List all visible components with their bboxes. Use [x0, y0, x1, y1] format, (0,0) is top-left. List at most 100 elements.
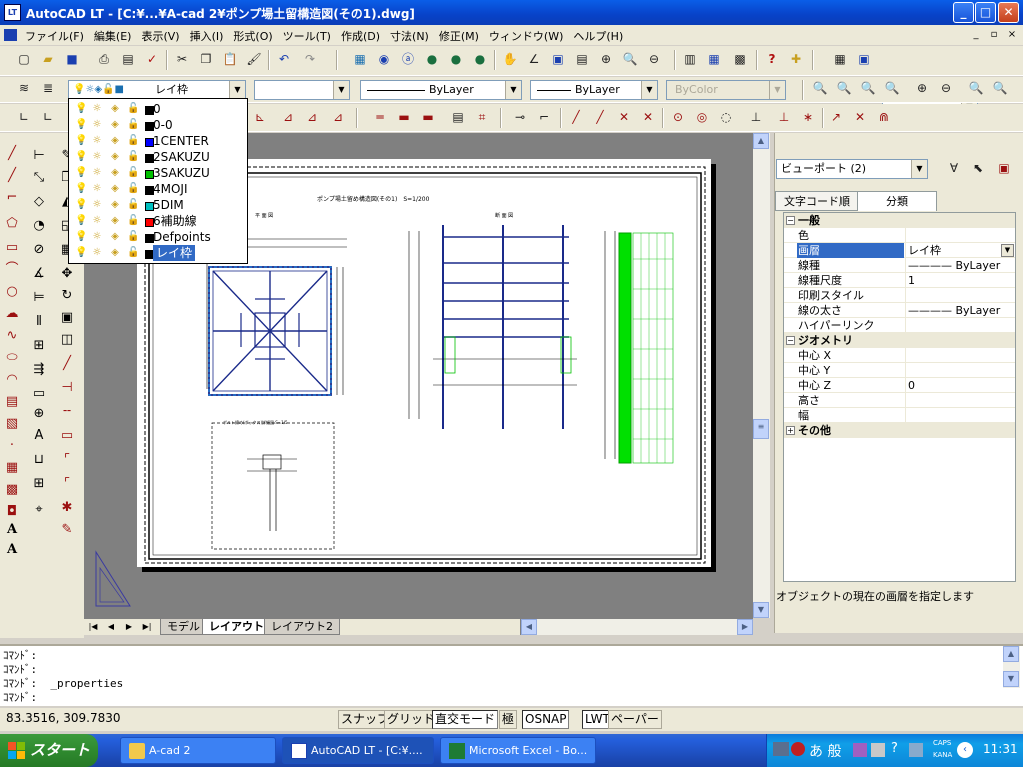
property-value[interactable]: ———— ByLayer [905, 258, 1015, 273]
ortho-toggle[interactable]: 直交モード [432, 710, 499, 729]
globe2-icon[interactable]: ● [446, 50, 466, 70]
tab-categorized[interactable]: 分類 [857, 191, 937, 211]
zoom-scale-icon[interactable]: 🔍 [858, 79, 878, 99]
snap-center-icon[interactable]: ⊙ [668, 108, 688, 128]
scroll-up-icon[interactable]: ▲ [753, 133, 769, 149]
chamfer-icon[interactable]: ⌜ [56, 449, 78, 471]
point-icon[interactable]: · [1, 435, 23, 457]
dim-update-icon[interactable]: ⊞ [28, 473, 50, 495]
dim-center-icon[interactable]: ⌗ [472, 108, 492, 128]
make-current-layer-icon[interactable]: ≣ [38, 79, 58, 99]
layer-combo[interactable]: 💡☼◈🔓■ レイ枠 ▼ [68, 80, 246, 100]
taskbar-folder-button[interactable]: A-cad 2 [120, 737, 276, 764]
property-row[interactable]: 幅 [784, 408, 1015, 423]
menu-item[interactable]: 寸法(N) [385, 25, 434, 47]
dim-diameter-v-icon[interactable]: ⊘ [28, 239, 50, 261]
snap-intersection-icon[interactable]: ✕ [614, 108, 634, 128]
dim-continue-v-icon[interactable]: ⊞ [28, 335, 50, 357]
property-row[interactable]: ハイパーリンク [784, 318, 1015, 333]
dim-arc-icon[interactable]: ◇ [28, 191, 50, 213]
fillet-icon[interactable]: ⌜ [56, 473, 78, 495]
dim-quick-icon[interactable]: ⊨ [28, 287, 50, 309]
snap-tangent-icon[interactable]: ◌ [716, 108, 736, 128]
layer-thaw-icon[interactable]: ☼ [91, 231, 103, 243]
zoom-window-icon[interactable]: 🔍 [810, 79, 830, 99]
layer-row[interactable]: 💡 ☼ ◈ 🔓 レイ枠 [69, 245, 247, 261]
layer-on-icon[interactable]: 💡 [75, 103, 87, 115]
construction-line-icon[interactable]: ╱ [1, 165, 23, 187]
snap-apparent-icon[interactable]: ✕ [638, 108, 658, 128]
menu-item[interactable]: ファイル(F) [20, 25, 89, 47]
property-category[interactable]: − 一般 [784, 213, 1015, 228]
scroll-right-icon[interactable]: ▶ [737, 619, 753, 635]
object-type-combo[interactable]: ビューポート (2) ▼ [776, 159, 928, 179]
layer-state-icons[interactable]: 💡 ☼ ◈ 🔓 [75, 119, 154, 131]
tab-alphabetic[interactable]: 文字コード順 [775, 191, 859, 211]
paper-toggle[interactable]: ペーパー [608, 710, 662, 729]
menu-item[interactable]: ヘルプ(H) [568, 25, 628, 47]
layer-thaw-icon[interactable]: ☼ [91, 183, 103, 195]
property-value[interactable]: 0 [905, 378, 1015, 393]
globe3-icon[interactable]: ● [470, 50, 490, 70]
layer-thaw-icon[interactable]: ☼ [91, 135, 103, 147]
layer-row[interactable]: 💡 ☼ ◈ 🔓 5DIM [69, 197, 247, 213]
layer-unlock-icon[interactable]: 🔓 [127, 151, 139, 163]
tab-prev-icon[interactable]: ◀ [102, 619, 120, 635]
collapse-icon[interactable]: − [786, 336, 795, 345]
tab-next-icon[interactable]: ▶ [120, 619, 138, 635]
polygon-icon[interactable]: ⬠ [1, 213, 23, 235]
polar-toggle[interactable]: 極 [499, 710, 518, 729]
canvas-vertical-scrollbar[interactable]: ▲ ≡ ▼ [753, 133, 770, 618]
dim-break-icon[interactable]: ▭ [28, 383, 50, 405]
dim-radius-icon[interactable]: ⊿ [278, 108, 298, 128]
layer-row[interactable]: 💡 ☼ ◈ 🔓 6補助線 [69, 213, 247, 229]
start-button[interactable]: スタート [0, 734, 98, 767]
layer-state-icons[interactable]: 💡 ☼ ◈ 🔓 [75, 247, 154, 259]
tool-icon[interactable] [853, 743, 867, 757]
layer-row[interactable]: 💡 ☼ ◈ 🔓 4MOJI [69, 181, 247, 197]
layer-on-icon[interactable]: 💡 [75, 167, 87, 179]
zoom-all-icon[interactable]: 🔍 [966, 79, 986, 99]
collapse-icon[interactable]: − [786, 216, 795, 225]
single-viewport-icon[interactable]: ▣ [854, 50, 874, 70]
toggle-pickadd-icon[interactable]: ∀ [944, 159, 964, 179]
stretch-icon[interactable]: ◫ [56, 329, 78, 351]
tool-palette-icon[interactable]: ▩ [730, 50, 750, 70]
copy-icon[interactable]: ❐ [196, 50, 216, 70]
zoom-in-icon[interactable]: ⊕ [912, 79, 932, 99]
dim-aligned-icon[interactable]: ∟ [38, 108, 58, 128]
scroll-down-icon[interactable]: ▼ [753, 602, 769, 618]
today-icon[interactable]: ✚ [786, 50, 806, 70]
layer-on-icon[interactable]: 💡 [75, 135, 87, 147]
rotate-icon[interactable]: ↻ [56, 285, 78, 307]
property-value[interactable]: 1 [905, 273, 1015, 288]
revision-cloud-icon[interactable]: ☁ [1, 303, 23, 325]
zoom-dynamic-icon[interactable]: 🔍 [834, 79, 854, 99]
dim-ordinate-icon[interactable]: ⊾ [250, 108, 270, 128]
layer-unlock-icon[interactable]: 🔓 [127, 215, 139, 227]
text-icon[interactable]: A [1, 519, 23, 541]
make-block-icon[interactable]: ▧ [1, 413, 23, 435]
dim-tolerance-icon[interactable]: ▤ [448, 108, 468, 128]
layer-viewport-thaw-icon[interactable]: ◈ [109, 183, 121, 195]
redo-icon[interactable]: ↷ [300, 50, 320, 70]
undo-icon[interactable]: ↶ [274, 50, 294, 70]
properties-icon[interactable]: ▥ [680, 50, 700, 70]
grid-toggle[interactable]: グリッド [384, 710, 439, 729]
layer-thaw-icon[interactable]: ☼ [91, 199, 103, 211]
zoom-out-icon[interactable]: ⊖ [936, 79, 956, 99]
layer-viewport-thaw-icon[interactable]: ◈ [109, 151, 121, 163]
layer-row[interactable]: 💡 ☼ ◈ 🔓 Defpoints [69, 229, 247, 245]
property-row[interactable]: 中心 Z 0 [784, 378, 1015, 393]
match-properties-icon[interactable]: 🖌 [244, 50, 264, 70]
property-row[interactable]: 線種 ———— ByLayer [784, 258, 1015, 273]
dim-aligned-v-icon[interactable]: ⤡ [28, 167, 50, 189]
layer-state-icons[interactable]: 💡 ☼ ◈ 🔓 [75, 167, 154, 179]
keyboard-icon[interactable] [773, 742, 789, 756]
layer-unlock-icon[interactable]: 🔓 [127, 247, 139, 259]
menu-item[interactable]: 形式(O) [228, 25, 277, 47]
property-value[interactable] [905, 348, 1015, 363]
osnap-toggle[interactable]: OSNAP [522, 710, 570, 729]
layer-state-icons[interactable]: 💡 ☼ ◈ 🔓 [75, 151, 154, 163]
window-icon[interactable]: ▣ [548, 50, 568, 70]
